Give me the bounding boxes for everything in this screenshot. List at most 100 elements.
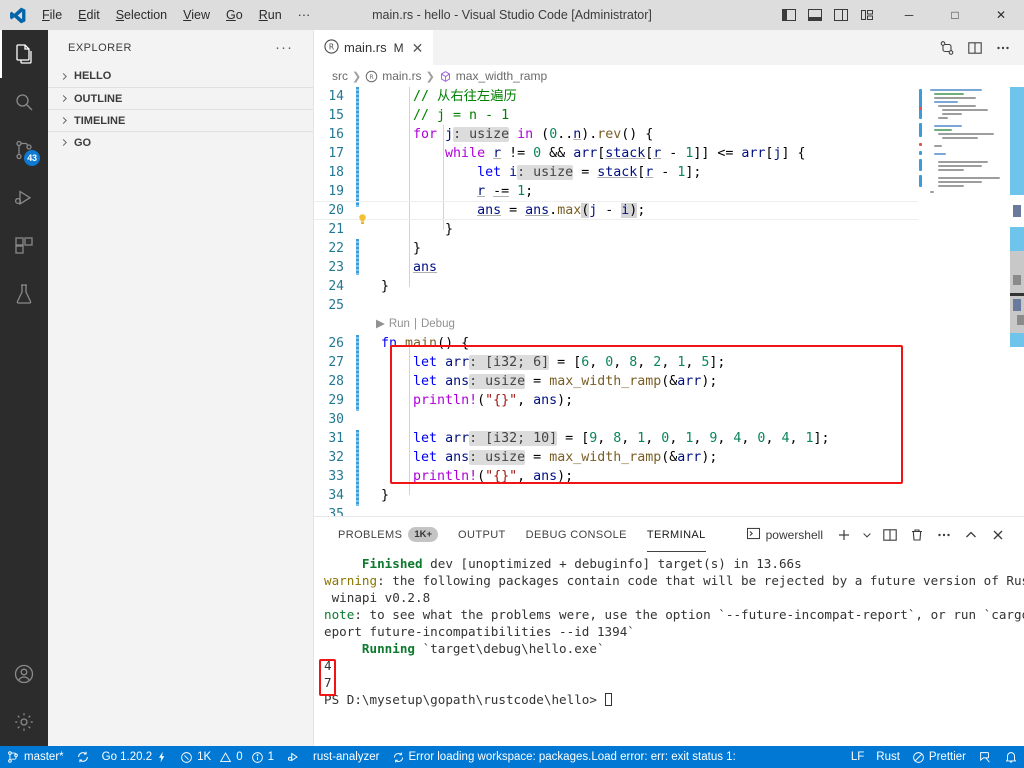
sidebar-more-actions-icon[interactable]: ··· [275, 39, 293, 56]
window-maximize-button[interactable]: □ [932, 0, 978, 30]
breadcrumb-label: main.rs [382, 69, 422, 83]
toggle-primary-sidebar-icon[interactable] [778, 4, 800, 26]
symbol-function-icon [440, 70, 450, 82]
terminal-prompt[interactable]: PS D:\mysetup\gopath\rustcode\hello> [324, 691, 1024, 708]
prettier-block-icon [913, 751, 924, 763]
line-number: 14 [328, 89, 344, 104]
terminal-output[interactable]: Finished dev [unoptimized + debuginfo] t… [314, 552, 1024, 746]
breadcrumb-src[interactable]: src [332, 69, 348, 83]
activity-search[interactable] [0, 78, 48, 126]
line-number: 32 [328, 450, 344, 465]
codelens-run-link[interactable]: Run [389, 315, 410, 334]
warning-icon [220, 751, 232, 762]
codelens-debug-link[interactable]: Debug [421, 315, 455, 334]
tab-output[interactable]: OUTPUT [448, 517, 516, 552]
status-feedback[interactable] [972, 746, 998, 768]
editor-tabs: R main.rs M ✕ [314, 30, 1024, 65]
status-branch[interactable]: master* [0, 746, 70, 768]
status-language-mode[interactable]: Rust [870, 746, 906, 768]
terminal-icon [746, 526, 761, 544]
sidebar-item-outline[interactable]: OUTLINE [48, 87, 313, 109]
toggle-panel-icon[interactable] [804, 4, 826, 26]
code-text: // 从右往左遍历 [381, 89, 517, 104]
activity-accounts[interactable] [0, 650, 48, 698]
activity-extensions[interactable] [0, 222, 48, 270]
split-terminal-icon[interactable] [878, 523, 902, 547]
overview-mark [1010, 333, 1024, 347]
problems-badge: 1K+ [408, 527, 439, 542]
close-panel-icon[interactable] [986, 523, 1010, 547]
status-eol[interactable]: LF [845, 746, 870, 768]
window-close-button[interactable]: ✕ [978, 0, 1024, 30]
tab-terminal[interactable]: TERMINAL [637, 517, 716, 552]
editor-more-actions-icon[interactable] [990, 35, 1016, 61]
tab-close-icon[interactable]: ✕ [412, 41, 424, 55]
maximize-panel-icon[interactable] [959, 523, 983, 547]
breadcrumb-main-rs[interactable]: R main.rs [365, 69, 422, 83]
error-count: 1K [197, 751, 212, 763]
split-editor-icon[interactable] [962, 35, 988, 61]
svg-text:R: R [370, 73, 375, 80]
terminal-selector[interactable]: powershell [740, 526, 829, 544]
status-error-message[interactable]: Error loading workspace: packages.Load e… [386, 746, 745, 768]
language-label: Rust [876, 751, 900, 763]
menu-edit[interactable]: Edit [70, 3, 108, 27]
chevron-right-icon [56, 135, 72, 151]
panel-tab-label: TERMINAL [646, 528, 706, 541]
line-number: 16 [328, 127, 344, 142]
editor-scrollbar[interactable] [1010, 87, 1024, 516]
activity-testing[interactable] [0, 270, 48, 318]
tab-debug-console[interactable]: DEBUG CONSOLE [516, 517, 637, 552]
status-go-version[interactable]: Go 1.20.2 [96, 746, 175, 768]
layout-controls [778, 4, 886, 26]
menu-view[interactable]: View [175, 3, 218, 27]
menu-go[interactable]: Go [218, 3, 251, 27]
svg-text:R: R [329, 42, 334, 51]
status-formatter[interactable]: Prettier [906, 746, 972, 768]
chevron-right-icon [56, 91, 72, 107]
menu-file[interactable]: FFileile [34, 3, 70, 27]
overview-mark [1013, 299, 1021, 311]
activity-run-and-debug[interactable] [0, 174, 48, 222]
terminal-dropdown-icon[interactable] [859, 523, 875, 547]
status-remote[interactable] [280, 746, 307, 768]
menu-run[interactable]: Run [251, 3, 290, 27]
line-number: 26 [328, 336, 344, 351]
status-notifications[interactable] [998, 746, 1024, 768]
activity-source-control[interactable]: 43 [0, 126, 48, 174]
status-problems[interactable]: 1K 0 1 [174, 746, 280, 768]
menu-bar[interactable]: FFileile Edit Selection View Go Run ··· [34, 3, 318, 27]
status-language-server[interactable]: rust-analyzer [307, 746, 385, 768]
overview-mark [1017, 315, 1024, 325]
tab-problems[interactable]: PROBLEMS 1K+ [328, 517, 448, 552]
line-number: 24 [328, 279, 344, 294]
lightning-icon [159, 751, 165, 763]
tab-main-rs[interactable]: R main.rs M ✕ [314, 30, 435, 65]
minimap[interactable] [918, 87, 1010, 516]
code-editor[interactable]: 14 // 从右往左遍历 15 // j = n - 1 16 for j: u… [314, 87, 1024, 516]
panel-tab-label: PROBLEMS [338, 528, 403, 541]
scrollbar-thumb[interactable] [1010, 87, 1024, 195]
code-text: } [381, 222, 454, 237]
sidebar-item-go[interactable]: GO [48, 131, 313, 153]
toggle-secondary-sidebar-icon[interactable] [830, 4, 852, 26]
prompt-text: PS D:\mysetup\gopath\rustcode\hello> [324, 692, 605, 707]
kill-terminal-icon[interactable] [905, 523, 929, 547]
customize-layout-icon[interactable] [856, 4, 878, 26]
new-terminal-icon[interactable] [832, 523, 856, 547]
code-text: let arr: [i32; 6] = [6, 0, 8, 2, 1, 5]; [413, 355, 726, 370]
menu-more[interactable]: ··· [290, 3, 319, 27]
menu-selection[interactable]: Selection [108, 3, 175, 27]
panel-more-actions-icon[interactable] [932, 523, 956, 547]
line-number: 22 [328, 241, 344, 256]
activity-manage-settings[interactable] [0, 698, 48, 746]
status-sync[interactable] [70, 746, 96, 768]
window-minimize-button[interactable]: ─ [886, 0, 932, 30]
activity-explorer[interactable] [0, 30, 48, 78]
sidebar-item-timeline[interactable]: TIMELINE [48, 109, 313, 131]
chevron-right-icon [56, 113, 72, 129]
split-compare-icon[interactable] [934, 35, 960, 61]
breadcrumb-symbol[interactable]: max_width_ramp [439, 69, 547, 83]
overview-mark [1013, 275, 1021, 285]
sidebar-item-hello[interactable]: HELLO [48, 65, 313, 87]
